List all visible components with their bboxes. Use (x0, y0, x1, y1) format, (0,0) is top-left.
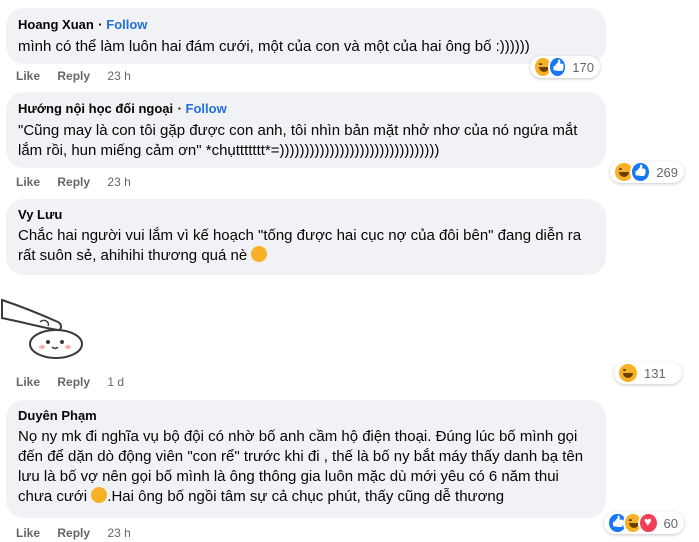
comment-actions: Like Reply 23 h (16, 525, 145, 541)
comment-text: Nọ ny mk đi nghĩa vụ bộ đội có nhờ bố an… (18, 427, 596, 507)
comment-actions: Like Reply 23 h (16, 68, 145, 84)
comment-time[interactable]: 23 h (107, 175, 130, 189)
reaction-count: 269 (656, 164, 678, 180)
like-button[interactable]: Like (16, 375, 40, 389)
reply-button[interactable]: Reply (57, 69, 90, 83)
heart-icon (638, 512, 659, 534)
like-button[interactable]: Like (16, 69, 40, 83)
comment-actions: Like Reply 23 h (16, 174, 145, 190)
comment-text: Chắc hai người vui lắm vì kế hoạch "tống… (18, 226, 596, 266)
comment-bubble: Hoang Xuan · Follow mình có thể làm luôn… (6, 8, 606, 64)
comment-bubble: Vy Lưu Chắc hai người vui lắm vì kế hoạc… (6, 199, 606, 275)
haha-icon (617, 362, 639, 384)
reaction-summary[interactable]: 269 (610, 161, 684, 183)
like-icon (547, 56, 568, 78)
comment-author[interactable]: Hoang Xuan (18, 17, 94, 32)
like-icon (629, 161, 652, 183)
comment-time[interactable]: 23 h (107, 69, 130, 83)
comment-actions: Like Reply 1 d (16, 374, 138, 390)
comment-author[interactable]: Duyên Phạm (18, 408, 594, 424)
reaction-count: 131 (644, 365, 666, 381)
comment-time[interactable]: 1 d (107, 375, 124, 389)
comment-text-tail: .Hai ông bố ngồi tâm sự cả chục phút, th… (107, 488, 505, 505)
comment-time[interactable]: 23 h (107, 526, 130, 540)
follow-button[interactable]: Follow (106, 17, 147, 32)
comment-text: "Cũng may là con tôi gặp được con anh, t… (18, 122, 582, 159)
reaction-count: 170 (572, 59, 594, 75)
reply-button[interactable]: Reply (57, 375, 90, 389)
comment-text-content: Chắc hai người vui lắm vì kế hoạch "tống… (18, 227, 586, 264)
like-button[interactable]: Like (16, 526, 40, 540)
reaction-summary[interactable]: 131 (614, 362, 682, 384)
smile-emoji-icon (251, 246, 268, 262)
reaction-count: 60 (663, 515, 679, 531)
comment-bubble: Duyên Phạm Nọ ny mk đi nghĩa vụ bộ đội c… (6, 400, 606, 518)
comment-author[interactable]: Hướng nội học đối ngoại (18, 101, 173, 116)
laughing-emoji-icon (91, 487, 108, 503)
comment-bubble: Hướng nội học đối ngoại · Follow "Cũng m… (6, 92, 606, 168)
reply-button[interactable]: Reply (57, 526, 90, 540)
comment-text: mình có thể làm luôn hai đám cưới, một c… (18, 38, 530, 55)
reaction-summary[interactable]: 60 (604, 512, 684, 534)
reaction-summary[interactable]: 170 (530, 56, 600, 78)
like-button[interactable]: Like (16, 175, 40, 189)
reply-button[interactable]: Reply (57, 175, 90, 189)
poking-finger-sticker (1, 298, 83, 359)
follow-button[interactable]: Follow (186, 101, 227, 116)
comment-author[interactable]: Vy Lưu (18, 207, 594, 223)
